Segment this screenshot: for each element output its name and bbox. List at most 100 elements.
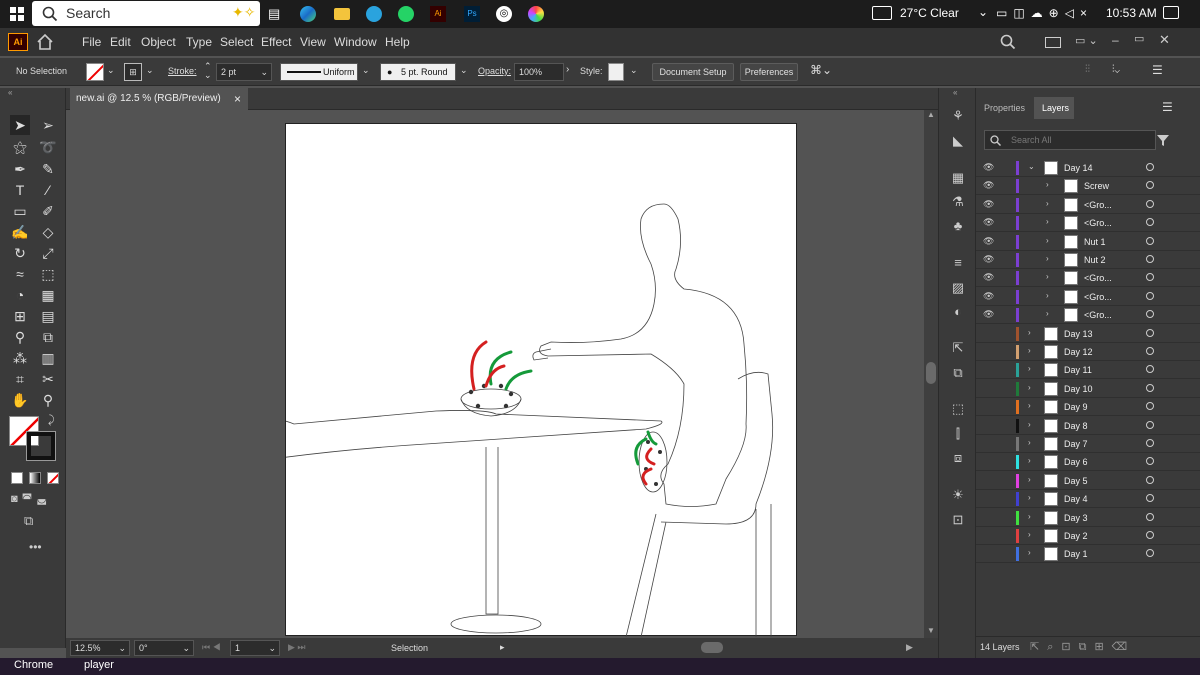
transform-panel-icon[interactable]: ⬚ [949, 401, 967, 417]
document-tab[interactable]: new.ai @ 12.5 % (RGB/Preview) × [70, 88, 248, 110]
eraser-tool-icon[interactable]: ◇ [38, 222, 58, 242]
menu-effect[interactable]: Effect [261, 35, 291, 49]
artboard-tool-icon[interactable]: ⌗ [10, 369, 30, 389]
swap-colors-icon[interactable]: ⤸ [48, 414, 55, 427]
sublayer-row[interactable]: 👁 › <Gro... [976, 196, 1200, 214]
layer-name[interactable]: Day 11 [1064, 365, 1092, 375]
scroll-thumb[interactable] [926, 362, 936, 384]
notification-icon[interactable] [1163, 6, 1179, 19]
layer-name[interactable]: Day 3 [1064, 513, 1088, 523]
menu-window[interactable]: Window [334, 35, 377, 49]
photoshop-taskbar-icon[interactable]: Ps [464, 6, 480, 22]
layer-target-circle-icon[interactable] [1146, 439, 1154, 447]
chevron-right-icon[interactable]: › [1028, 346, 1031, 355]
layer-row[interactable]: › Day 12 [976, 343, 1200, 361]
rotate-tool-icon[interactable]: ↻ [10, 243, 30, 263]
horizontal-scroll-thumb[interactable] [701, 642, 723, 653]
chrome-label[interactable]: Chrome [14, 659, 53, 671]
selection-tool-icon[interactable]: ➤ [10, 115, 30, 135]
libraries-icon[interactable]: ⚘ [949, 108, 967, 124]
layer-target-circle-icon[interactable] [1146, 273, 1154, 282]
mesh-tool-icon[interactable]: ⊞ [10, 306, 30, 326]
stroke-panel-icon[interactable]: ≡ [949, 255, 967, 271]
warp-tool-icon[interactable]: ≈ [10, 264, 30, 284]
none-mode-icon[interactable] [47, 472, 59, 484]
stroke-weight-field[interactable]: 2 pt ⌄ [216, 63, 272, 81]
layer-target-circle-icon[interactable] [1146, 457, 1154, 466]
layer-name[interactable]: Day 9 [1064, 402, 1088, 412]
line-tool-icon[interactable]: ⁄ [38, 180, 58, 200]
shaper-tool-icon[interactable]: ✍ [10, 222, 30, 242]
menu-select[interactable]: Select [220, 35, 253, 49]
hand-tool-icon[interactable]: ✋ [10, 390, 30, 410]
style-swatch[interactable] [608, 63, 624, 81]
artboards-panel-icon[interactable]: ⧉ [949, 365, 967, 381]
layer-target-circle-icon[interactable] [1146, 531, 1154, 539]
layer-name[interactable]: Nut 2 [1084, 255, 1106, 265]
layer-row[interactable]: › Day 1 [976, 545, 1200, 564]
stroke-label[interactable]: Stroke: [168, 66, 197, 76]
layer-name[interactable]: Day 7 [1064, 439, 1088, 449]
layer-row[interactable]: › Day 4 [976, 490, 1200, 509]
layer-search-input[interactable]: Search All [984, 130, 1156, 150]
visibility-eye-icon[interactable]: 👁 [983, 272, 994, 283]
transform-icon[interactable]: ⫶⌄ [1112, 64, 1120, 75]
layer-row[interactable]: › Day 2 [976, 527, 1200, 545]
more-tools-icon[interactable]: ••• [29, 540, 42, 554]
layer-row[interactable]: › Day 9 [976, 398, 1200, 417]
layer-name[interactable]: <Gro... [1084, 200, 1112, 210]
control-menu-icon[interactable]: ☰ [1152, 63, 1163, 77]
eyedropper-tool-icon[interactable]: ⚲ [10, 327, 30, 347]
artboard-nav-prev-icon[interactable]: ⏮ ◀ [202, 642, 221, 653]
layer-name[interactable]: Day 8 [1064, 421, 1088, 431]
swatches-icon[interactable]: ▦ [949, 170, 967, 186]
visibility-eye-icon[interactable]: 👁 [983, 180, 994, 191]
layer-name[interactable]: Screw [1084, 181, 1109, 191]
telegram-icon[interactable] [366, 6, 382, 22]
filter-icon[interactable] [1156, 133, 1170, 147]
visibility-eye-icon[interactable]: 👁 [983, 217, 994, 228]
visibility-eye-icon[interactable]: 👁 [983, 291, 994, 302]
paintbrush-tool-icon[interactable]: ✐ [38, 201, 58, 221]
maximize-icon[interactable]: ▭ [1134, 32, 1144, 45]
opacity-field[interactable]: 100% [514, 63, 564, 81]
chevron-right-icon[interactable]: › [1028, 530, 1031, 539]
layer-name[interactable]: Day 1 [1064, 549, 1088, 559]
chevron-right-icon[interactable]: › [1046, 254, 1049, 263]
document-setup-button[interactable]: Document Setup [652, 63, 734, 81]
lasso-tool-icon[interactable]: ➰ [38, 137, 58, 157]
profile-dropdown-icon[interactable]: ⌄ [362, 65, 370, 76]
layer-target-circle-icon[interactable] [1146, 236, 1154, 245]
file-explorer-icon[interactable] [334, 8, 350, 20]
align-panel-icon[interactable]: ⫿ [949, 426, 967, 442]
artboard[interactable] [285, 123, 797, 637]
status-tool-text[interactable]: Selection [391, 643, 428, 653]
layer-row[interactable]: › Day 5 [976, 472, 1200, 490]
zoom-field[interactable]: 12.5% ⌄ [70, 640, 130, 656]
layer-target-circle-icon[interactable] [1146, 199, 1154, 208]
layer-target-circle-icon[interactable] [1146, 494, 1154, 503]
menu-edit[interactable]: Edit [110, 35, 131, 49]
direct-selection-tool-icon[interactable]: ➢ [38, 115, 58, 135]
sublayer-row[interactable]: 👁 › Nut 1 [976, 233, 1200, 251]
layer-actions-icons[interactable]: ⇱⌕⊡⧉⊞⌫ [1030, 640, 1135, 654]
layer-target-circle-icon[interactable] [1146, 383, 1154, 392]
chevron-right-icon[interactable]: › [1028, 456, 1031, 465]
brush-dropdown-icon[interactable]: ⌄ [460, 65, 468, 76]
tab-layers[interactable]: Layers [1042, 103, 1069, 113]
sublayer-row[interactable]: 👁 › <Gro... [976, 214, 1200, 233]
appearance-icon[interactable]: ☀ [949, 487, 967, 503]
layer-name[interactable]: Day 2 [1064, 531, 1088, 541]
menu-file[interactable]: File [82, 35, 101, 49]
minimize-icon[interactable]: – [1112, 33, 1119, 47]
weather-text[interactable]: 27°C Clear [900, 6, 959, 20]
layer-name[interactable]: <Gro... [1084, 310, 1112, 320]
windows-start-icon[interactable] [10, 7, 24, 21]
menu-type[interactable]: Type [186, 35, 212, 49]
chevron-right-icon[interactable]: › [1046, 291, 1049, 300]
tray-chevron-icon[interactable]: ⌄ [978, 5, 988, 19]
workspace-switcher-icon[interactable]: ▭ ⌄ [1075, 34, 1098, 47]
menu-view[interactable]: View [300, 35, 326, 49]
gradient-panel-icon[interactable]: ▨ [949, 280, 967, 296]
chevron-right-icon[interactable]: › [1028, 364, 1031, 373]
